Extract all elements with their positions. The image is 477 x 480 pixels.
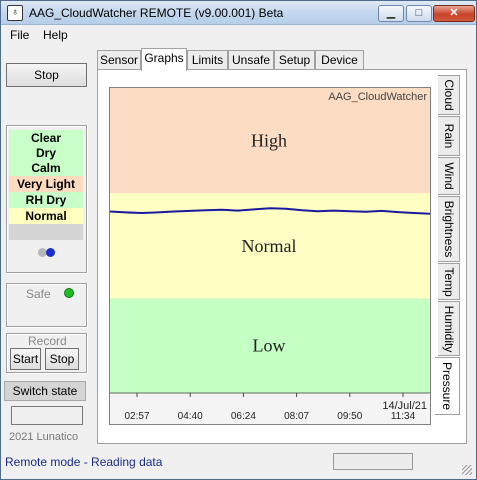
resize-grip-icon[interactable] xyxy=(462,465,472,475)
band-label-normal: Normal xyxy=(242,236,297,256)
menu-bar: File Help xyxy=(1,25,476,45)
band-label-high: High xyxy=(251,131,287,151)
tab-limits[interactable]: Limits xyxy=(187,50,228,70)
side-tab-brightness[interactable]: Brightness xyxy=(438,196,460,262)
copyright-text: 2021 Lunatico xyxy=(9,431,79,443)
condition-clear: Clear xyxy=(9,130,83,146)
condition-empty xyxy=(9,224,83,240)
status-progress-field xyxy=(333,453,413,470)
side-tab-temp[interactable]: Temp xyxy=(438,263,460,300)
close-button[interactable]: ✕ xyxy=(433,5,475,22)
chart-watermark: AAG_CloudWatcher xyxy=(328,91,427,103)
side-tab-label: Rain xyxy=(441,123,456,149)
title-bar: ♁ AAG_CloudWatcher REMOTE (v9.00.001) Be… xyxy=(1,1,476,25)
tab-sensor[interactable]: Sensor xyxy=(97,50,141,70)
status-bar: Remote mode - Reading data xyxy=(1,451,476,479)
safe-label: Safe xyxy=(26,287,51,301)
side-tab-label: Brightness xyxy=(441,200,456,258)
menu-help[interactable]: Help xyxy=(43,28,68,42)
app-icon[interactable]: ♁ xyxy=(7,5,23,21)
tab-device[interactable]: Device xyxy=(315,50,364,70)
x-tick-label: 09:50 xyxy=(337,411,362,422)
side-tab-humidity[interactable]: Humidity xyxy=(438,301,460,356)
safe-indicator-icon xyxy=(64,288,74,298)
side-tab-label: Temp xyxy=(441,266,456,297)
side-tab-label: Cloud xyxy=(441,79,456,111)
condition-normal: Normal xyxy=(9,208,83,224)
condition-rh-dry: RH Dry xyxy=(9,192,83,208)
status-text: Remote mode - Reading data xyxy=(5,455,163,469)
side-tab-label: Humidity xyxy=(441,305,456,352)
condition-dry: Dry xyxy=(9,145,83,161)
maximize-button[interactable]: □ xyxy=(406,5,432,22)
tab-setup[interactable]: Setup xyxy=(274,50,315,70)
condition-calm: Calm xyxy=(9,160,83,176)
condition-very-light: Very Light xyxy=(9,176,83,192)
record-start-button[interactable]: Start xyxy=(10,348,41,370)
stop-button[interactable]: Stop xyxy=(6,63,87,87)
tab-graphs[interactable]: Graphs xyxy=(141,48,187,71)
switch-state-button[interactable]: Switch state xyxy=(4,381,86,401)
pressure-chart: HighNormalLow AAG_CloudWatcher 14/Jul/21… xyxy=(109,88,431,424)
chart-frame: High Normal Low AAG_CloudWatcher 14/Jul/21… xyxy=(109,87,431,425)
band-label-low: Low xyxy=(253,336,286,356)
indicator-dots xyxy=(38,246,55,260)
minimize-button[interactable]: ▁ xyxy=(378,5,404,22)
left-panel: Stop Clear Dry Calm Very Light RH Dry Normal … xyxy=(1,45,96,451)
state-field xyxy=(11,406,83,425)
side-tab-cloud[interactable]: Cloud xyxy=(438,75,460,115)
record-label: Record xyxy=(28,334,67,348)
side-tab-pressure[interactable]: Pressure xyxy=(435,357,460,415)
x-tick-label: 06:24 xyxy=(231,411,256,422)
x-tick-label: 11:34 xyxy=(391,411,416,422)
tab-unsafe[interactable]: Unsafe xyxy=(228,50,274,70)
side-tab-wind[interactable]: Wind xyxy=(438,157,460,195)
window-title: AAG_CloudWatcher REMOTE (v9.00.001) Beta xyxy=(29,6,284,20)
x-tick-label: 02:57 xyxy=(124,411,149,422)
x-tick-label: 04:40 xyxy=(178,411,203,422)
x-tick-label: 08:07 xyxy=(284,411,309,422)
side-tab-rain[interactable]: Rain xyxy=(438,116,460,156)
side-tab-label: Pressure xyxy=(440,361,454,411)
blue-dot-icon xyxy=(46,248,55,257)
app-window: ♁ AAG_CloudWatcher REMOTE (v9.00.001) Be… xyxy=(0,0,477,480)
record-stop-button[interactable]: Stop xyxy=(45,348,79,370)
side-tab-label: Wind xyxy=(441,162,456,190)
menu-file[interactable]: File xyxy=(10,28,29,42)
